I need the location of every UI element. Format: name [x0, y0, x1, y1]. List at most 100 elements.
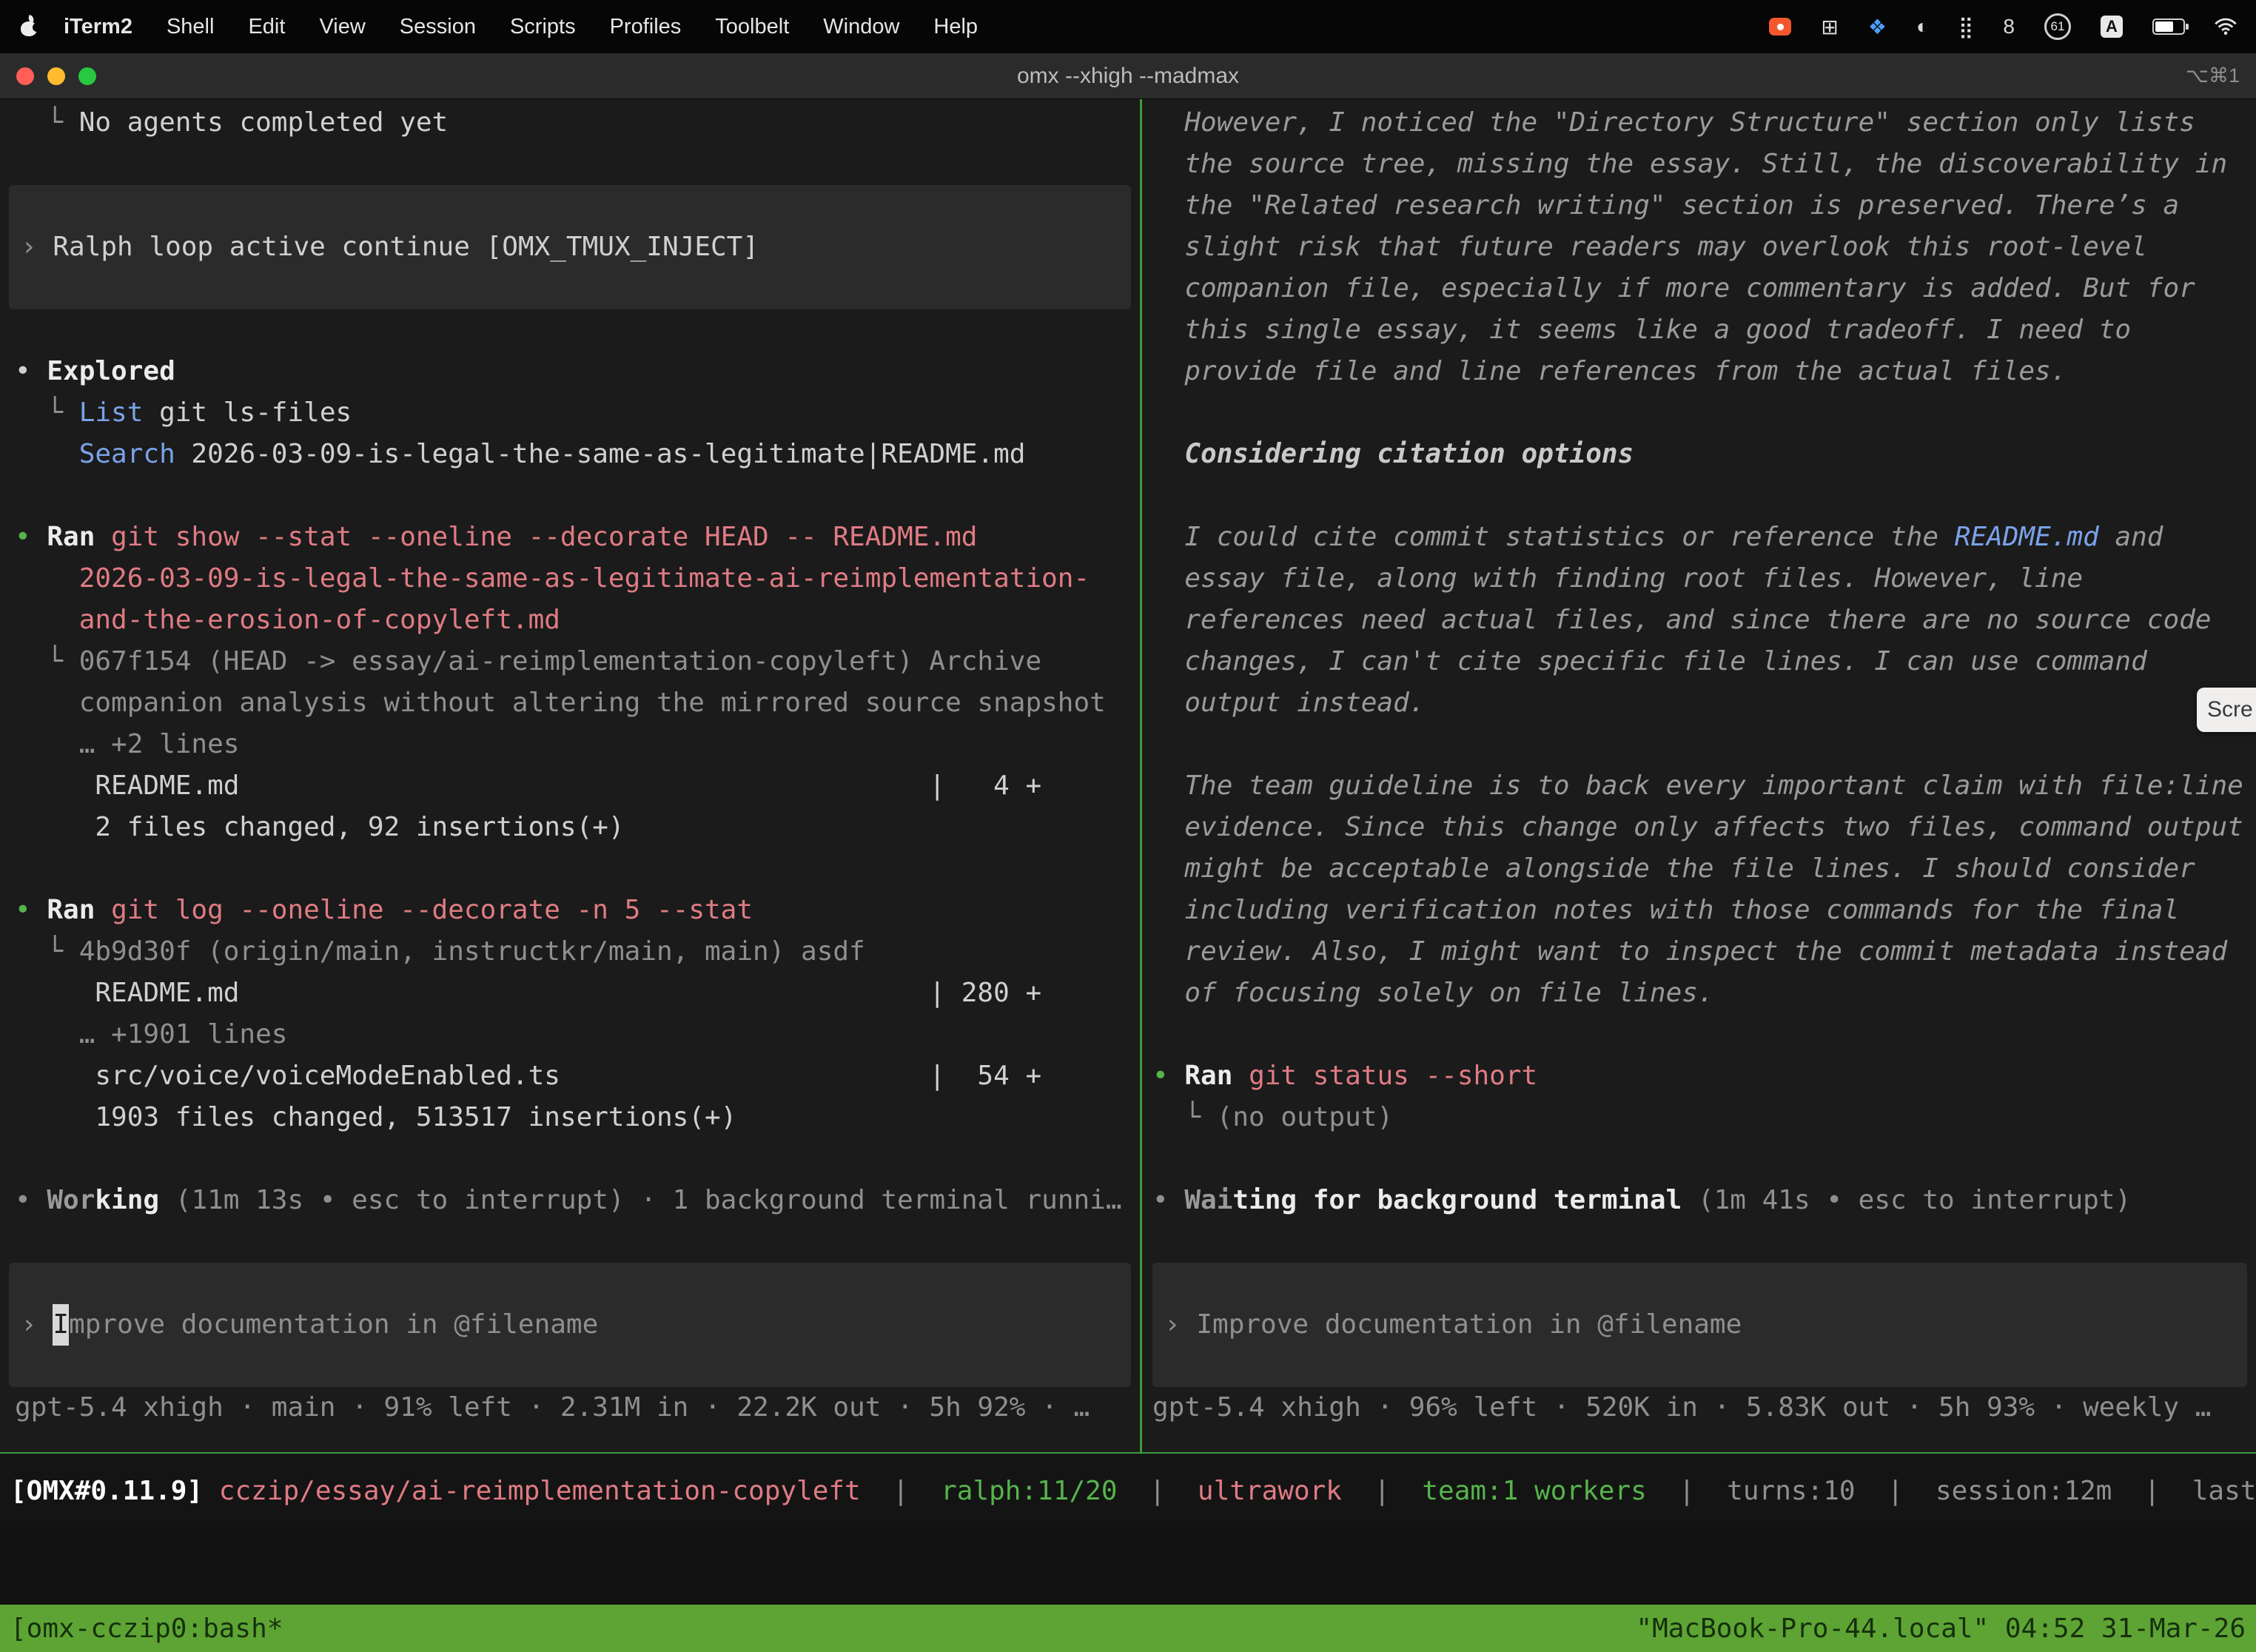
text-segment: and [2099, 522, 2163, 552]
text-segment: Ran [47, 522, 95, 552]
explored-item: Search 2026-03-09-is-legal-the-same-as-l… [9, 434, 1131, 475]
menu-item-view[interactable]: View [319, 15, 365, 39]
text-segment: └ [15, 397, 79, 428]
text-segment: last:5m ago [2192, 1476, 2256, 1506]
window-title: omx --xhigh --madmax [1017, 64, 1239, 89]
text-segment: README.md [1955, 522, 2099, 552]
command-output: └ (no output) [1152, 1097, 2247, 1138]
text-segment: └ 067f154 (HEAD -> essay/ai-reimplementa… [15, 646, 1041, 676]
text-segment: 2026-03-09-is-legal-the-same-as-legitima… [175, 439, 1026, 469]
menu-item-iterm2[interactable]: iTerm2 [64, 15, 132, 39]
menu-item-edit[interactable]: Edit [248, 15, 285, 39]
menu-item-help[interactable]: Help [933, 15, 978, 39]
text-segment: provide file and line references from th… [1152, 356, 2067, 386]
reasoning-text: slight risk that future readers may over… [1152, 226, 2247, 268]
right-agent-pane: However, I noticed the "Directory Struct… [1142, 99, 2256, 1452]
text-segment: gpt-5.4 xhigh · main · 91% left · 2.31M … [15, 1392, 1090, 1423]
command-output: └ 067f154 (HEAD -> essay/ai-reimplementa… [9, 641, 1131, 682]
text-segment: • [15, 522, 47, 552]
text-segment: • [15, 356, 47, 386]
command-output: … +1901 lines [9, 1014, 1131, 1055]
text-segment: including verification notes with those … [1152, 895, 2179, 925]
wifi-icon[interactable] [2215, 18, 2237, 36]
menu-item-session[interactable]: Session [400, 15, 476, 39]
text-segment: Considering citation options [1152, 439, 1634, 469]
prompt-input[interactable]: › Improve documentation in @filename [9, 1263, 1131, 1387]
text-segment: 1903 files changed, 513517 insertions(+) [15, 1102, 736, 1132]
reasoning-text: the "Related research writing" section i… [1152, 185, 2247, 226]
command-continuation: and-the-erosion-of-copyleft.md [9, 600, 1131, 641]
text-segment: Ran [1184, 1061, 1232, 1091]
text-segment: src/voice/voiceModeEnabled.ts | 54 + [15, 1061, 1041, 1091]
terminal-blank-line [9, 144, 1131, 185]
menu-item-toolbelt[interactable]: Toolbelt [715, 15, 789, 39]
battery-icon[interactable] [2152, 19, 2185, 35]
text-segment: output instead. [1152, 688, 1425, 718]
screen-overlay-button[interactable]: Scre [2197, 688, 2256, 732]
menu-item-shell[interactable]: Shell [167, 15, 215, 39]
text-segment: Wai [1184, 1185, 1232, 1215]
terminal-blank-line [9, 848, 1131, 890]
model-status-line: gpt-5.4 xhigh · main · 91% left · 2.31M … [9, 1387, 1131, 1428]
diffstat-line: src/voice/voiceModeEnabled.ts | 54 + [9, 1055, 1131, 1097]
text-segment: git ls-files [143, 397, 352, 428]
reasoning-text: I could cite commit statistics or refere… [1152, 517, 2247, 558]
apple-logo-bite [33, 23, 41, 32]
text-segment: 2 files changed, 92 insertions(+) [15, 812, 625, 842]
menu-item-profiles[interactable]: Profiles [610, 15, 682, 39]
command-output: companion analysis without altering the … [9, 682, 1131, 724]
terminal-content: └ No agents completed yet› Ralph loop ac… [0, 99, 2256, 1452]
reasoning-text: companion file, especially if more comme… [1152, 268, 2247, 309]
text-segment: companion file, especially if more comme… [1152, 273, 2195, 303]
moon-icon[interactable]: ◐ [1916, 15, 1929, 38]
battery-percent-badge[interactable]: 61 [2044, 13, 2071, 40]
text-segment: git status --short [1232, 1061, 1537, 1091]
close-window-button[interactable] [16, 67, 34, 85]
command-continuation: 2026-03-09-is-legal-the-same-as-legitima… [9, 558, 1131, 600]
reasoning-text: changes, I can't cite specific file line… [1152, 641, 2247, 682]
window-title-bar: omx --xhigh --madmax ⌥⌘1 [0, 53, 2256, 99]
text-segment: essay file, along with finding root file… [1152, 563, 2083, 594]
diffstat-line: README.md | 4 + [9, 765, 1131, 807]
window-controls [16, 53, 96, 98]
screen-recording-indicator[interactable] [1769, 18, 1791, 36]
text-segment: references need actual files, and since … [1152, 605, 2211, 635]
working-status: • Working (11m 13s • esc to interrupt) ·… [9, 1180, 1131, 1221]
apple-logo[interactable] [19, 16, 38, 38]
text-segment: | [861, 1476, 941, 1506]
app-grid-icon[interactable]: ⣿ [1958, 15, 1974, 39]
diffstat-line: README.md | 280 + [9, 973, 1131, 1014]
text-segment: might be acceptable alongside the file l… [1152, 853, 2195, 884]
command-output: └ 4b9d30f (origin/main, instructkr/main,… [9, 931, 1131, 973]
reasoning-text: might be acceptable alongside the file l… [1152, 848, 2247, 890]
terminal-blank-line [9, 1138, 1131, 1180]
text-segment: ting for background terminal [1232, 1185, 1682, 1215]
terminal-blank-line [1152, 1221, 2247, 1263]
prompt-input[interactable]: › Improve documentation in @filename [1152, 1263, 2247, 1387]
menu-bar-status-icons: ⊞ ❖ ◐ ⣿ 8 61 A [1769, 13, 2237, 40]
input-source-icon[interactable]: A [2101, 16, 2123, 38]
text-segment: git log --oneline --decorate -n 5 --stat [95, 895, 753, 925]
menu-item-scripts[interactable]: Scripts [510, 15, 576, 39]
color-swirl-icon[interactable]: ❖ [1868, 15, 1887, 39]
omx-status-bar: [OMX#0.11.9] cczip/essay/ai-reimplementa… [0, 1454, 2256, 1528]
text-segment: I could cite commit statistics or refere… [1152, 522, 1955, 552]
ran-command-header: • Ran git show --stat --oneline --decora… [9, 517, 1131, 558]
text-segment: changes, I can't cite specific file line… [1152, 646, 2147, 676]
text-segment: | [1118, 1476, 1198, 1506]
text-segment: The team guideline is to back every impo… [1152, 770, 2243, 801]
text-segment: 2026-03-09-is-legal-the-same-as-legitima… [15, 563, 1090, 594]
text-segment: › [21, 226, 53, 268]
text-segment: └ [15, 107, 79, 138]
menu-item-window[interactable]: Window [823, 15, 899, 39]
terminal-blank-line [9, 475, 1131, 517]
text-segment: README.md | 280 + [15, 978, 1041, 1008]
digit-badge[interactable]: 8 [2003, 15, 2015, 38]
tmux-status-bar: [omx-cczip0:bash* "MacBook-Pro-44.local"… [0, 1605, 2256, 1652]
text-segment: the "Related research writing" section i… [1152, 190, 2179, 221]
zoom-window-button[interactable] [78, 67, 96, 85]
text-segment: Ralph loop active continue [OMX_TMUX_INJ… [53, 226, 759, 268]
window-shortcut-hint: ⌥⌘1 [2186, 64, 2240, 87]
window-grid-icon[interactable]: ⊞ [1821, 15, 1838, 39]
minimize-window-button[interactable] [47, 67, 65, 85]
